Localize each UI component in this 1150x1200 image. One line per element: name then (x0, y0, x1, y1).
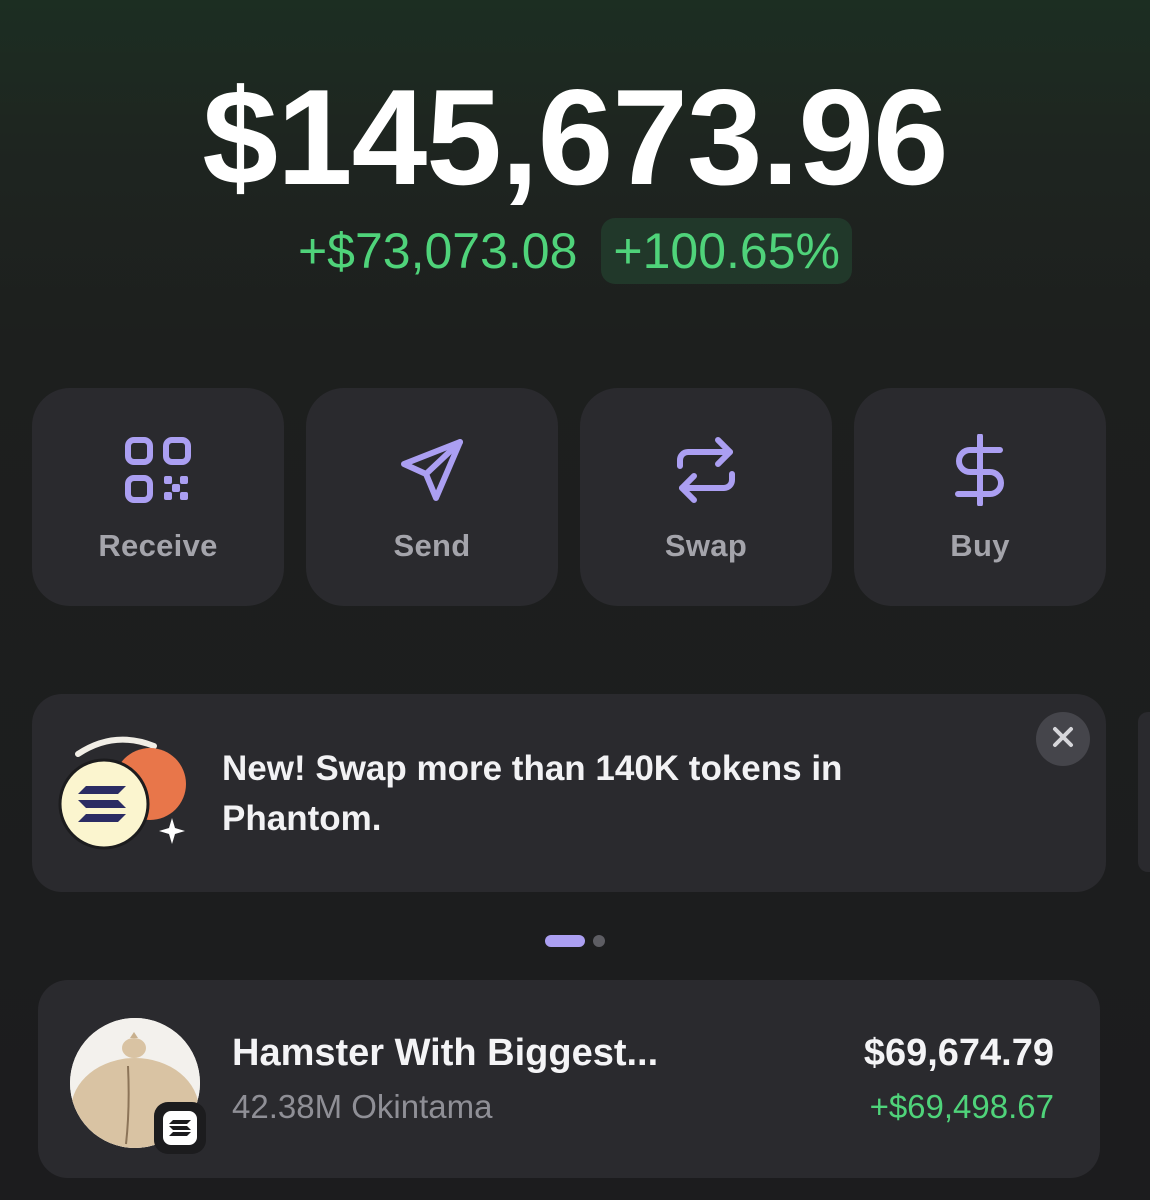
promo-banner[interactable]: New! Swap more than 140K tokens in Phant… (32, 694, 1106, 892)
token-name: Hamster With Biggest... (232, 1032, 658, 1075)
carousel-indicator (0, 935, 1150, 947)
portfolio-balance: $145,673.96 (0, 62, 1150, 212)
paper-plane-icon (394, 432, 470, 508)
send-button[interactable]: Send (306, 388, 558, 606)
close-icon (1052, 726, 1074, 753)
solana-coin-icon (54, 734, 204, 854)
qr-code-icon (120, 432, 196, 508)
swap-arrows-icon (668, 432, 744, 508)
dollar-icon (942, 432, 1018, 508)
banner-message: New! Swap more than 140K tokens in Phant… (222, 744, 982, 844)
receive-button[interactable]: Receive (32, 388, 284, 606)
receive-label: Receive (98, 528, 217, 564)
carousel-dot-active[interactable] (545, 935, 585, 947)
token-row[interactable]: Hamster With Biggest... 42.38M Okintama … (38, 980, 1100, 1178)
change-amount: +$73,073.08 (298, 218, 577, 284)
carousel-dot[interactable] (593, 935, 605, 947)
portfolio-change: +$73,073.08 +100.65% (0, 218, 1150, 284)
change-percent-badge: +100.65% (601, 218, 852, 284)
buy-label: Buy (950, 528, 1009, 564)
swap-button[interactable]: Swap (580, 388, 832, 606)
buy-button[interactable]: Buy (854, 388, 1106, 606)
token-quantity: 42.38M Okintama (232, 1088, 492, 1126)
close-button[interactable] (1036, 712, 1090, 766)
swap-label: Swap (665, 528, 747, 564)
token-change: +$69,498.67 (870, 1088, 1054, 1126)
send-label: Send (394, 528, 471, 564)
token-value: $69,674.79 (864, 1032, 1054, 1075)
next-banner-peek[interactable] (1138, 712, 1150, 872)
action-buttons: Receive Send Swap Buy (32, 388, 1106, 606)
solana-icon (154, 1102, 206, 1154)
